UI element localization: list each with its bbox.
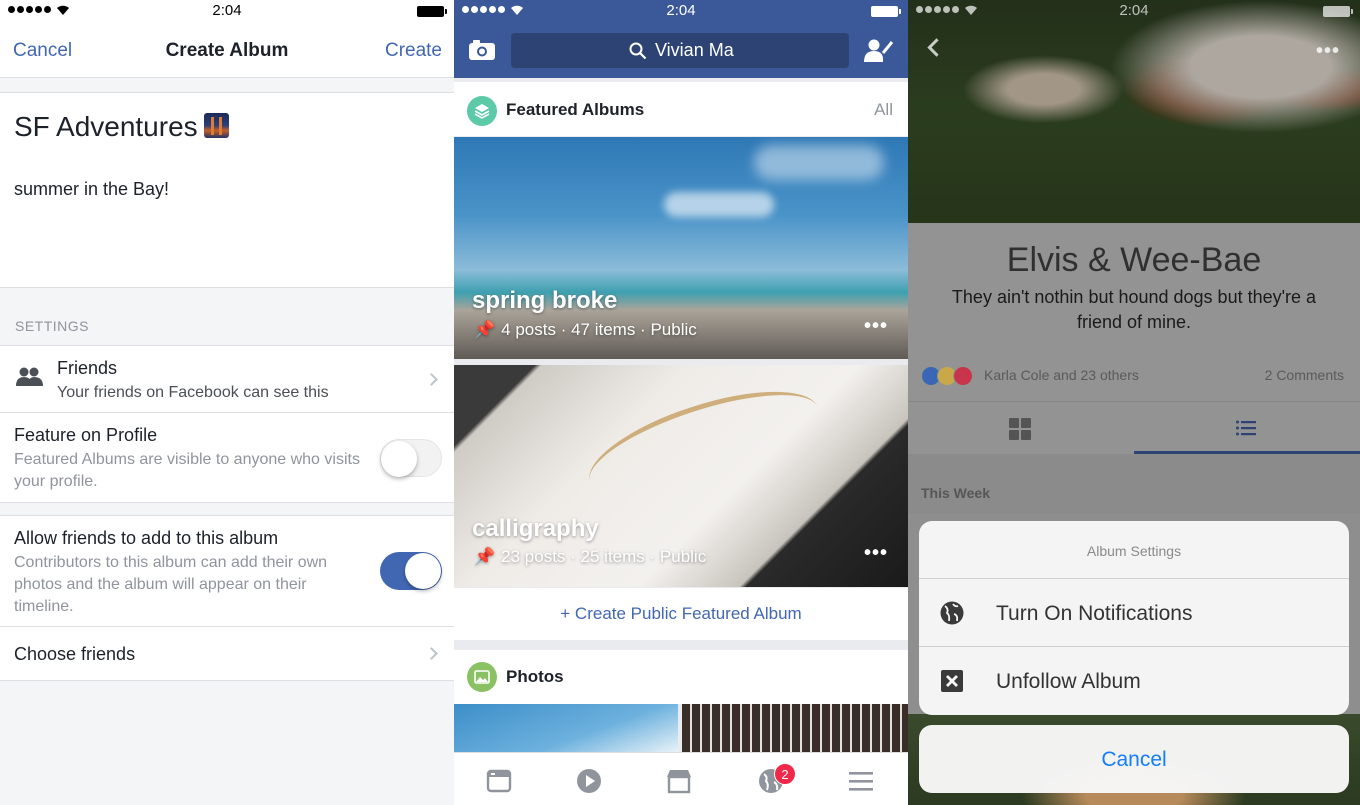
sheet-title: Album Settings (919, 521, 1349, 579)
battery-icon (871, 6, 901, 17)
status-bar: 2:04 (908, 0, 1360, 24)
status-bar: 2:04 (454, 0, 908, 24)
album-title: calligraphy (472, 515, 599, 542)
cloud-decoration (664, 192, 774, 217)
camera-icon[interactable] (469, 40, 495, 60)
option-label: Turn On Notifications (996, 602, 1193, 625)
album-card[interactable]: spring broke 📌 4 posts · 47 items · Publi… (454, 137, 908, 359)
allow-friends-title: Allow friends to add to this album (14, 528, 279, 548)
status-bar: 2:04 (0, 0, 454, 24)
feature-on-profile-subtitle: Featured Albums are visible to anyone wh… (14, 451, 360, 490)
search-value: Vivian Ma (655, 40, 734, 60)
this-week-section: This Week (908, 454, 1360, 514)
friends-icon (16, 367, 43, 386)
news-feed-icon[interactable] (486, 768, 512, 794)
section-label: This Week (921, 485, 990, 501)
chevron-right-icon (425, 373, 438, 386)
calligraphy-decoration (577, 369, 831, 521)
create-album-screen: 2:04 Cancel Create Album Create SF Adven… (0, 0, 454, 805)
photos-header: Photos (454, 650, 908, 704)
photos-title: Photos (506, 667, 564, 686)
battery-icon (1323, 6, 1353, 17)
album-title: spring broke (472, 287, 618, 314)
allow-friends-subtitle: Contributors to this album can add their… (14, 554, 328, 615)
album-card[interactable]: calligraphy 📌 23 posts · 25 items · Publi… (454, 365, 908, 587)
reactions[interactable] (921, 366, 973, 386)
search-input[interactable]: Vivian Ma (511, 33, 849, 68)
more-options-icon[interactable]: ••• (1316, 40, 1340, 63)
cloud-decoration (754, 145, 884, 180)
see-all-link[interactable]: All (874, 100, 893, 120)
profile-screen: 2:04 Vivian Ma Featured Albums All sprin… (454, 0, 908, 805)
unfollow-album-option[interactable]: Unfollow Album (919, 647, 1349, 715)
album-info: Elvis & Wee-Bae They ain't nothin but ho… (908, 223, 1360, 401)
nav-bar: Cancel Create Album Create (0, 24, 454, 78)
album-cover-photo (908, 0, 1360, 223)
option-label: Unfollow Album (996, 670, 1141, 693)
pin-icon: 📌 (474, 547, 496, 566)
turn-on-notifications-option[interactable]: Turn On Notifications (919, 579, 1349, 647)
pin-icon: 📌 (474, 320, 496, 339)
album-settings-sheet: Album Settings Turn On Notifications Unf… (919, 521, 1349, 715)
featured-albums-title: Featured Albums (506, 100, 645, 119)
bridge-emoji-icon (203, 113, 229, 138)
search-icon (629, 42, 647, 60)
featured-albums-header: Featured Albums All (454, 82, 908, 136)
album-meta: 23 posts · 25 items · Public (501, 547, 707, 566)
photos-icon (467, 662, 497, 692)
comments-count[interactable]: 2 Comments (1265, 367, 1344, 383)
album-description-value: summer in the Bay! (14, 179, 170, 199)
feature-on-profile-title: Feature on Profile (14, 425, 158, 445)
album-name-field[interactable]: SF Adventures (0, 92, 454, 160)
allow-friends-toggle[interactable] (380, 552, 442, 590)
chevron-right-icon (425, 647, 438, 660)
list-view-icon[interactable] (1236, 420, 1256, 436)
album-description: They ain't nothin but hound dogs but the… (951, 287, 1317, 332)
allow-friends-row: Allow friends to add to this album Contr… (0, 515, 454, 627)
choose-friends-label: Choose friends (14, 644, 136, 664)
status-time: 2:04 (1119, 2, 1149, 19)
feature-on-profile-toggle[interactable] (380, 439, 442, 477)
shared-album-screen: 2:04 ••• Elvis & Wee-Bae They ain't noth… (908, 0, 1360, 805)
album-description-field[interactable]: summer in the Bay! (0, 159, 454, 288)
bottom-tab-bar: 2 (454, 752, 908, 805)
album-name-value: SF Adventures (14, 111, 198, 142)
status-time: 2:04 (212, 2, 242, 19)
privacy-subtitle: Your friends on Facebook can see this (57, 384, 329, 401)
status-time: 2:04 (666, 2, 696, 19)
featured-albums-icon (467, 96, 497, 126)
notification-badge: 2 (774, 763, 796, 785)
friend-edit-icon[interactable] (864, 38, 894, 62)
privacy-title: Friends (57, 358, 118, 378)
create-featured-album-button[interactable]: + Create Public Featured Album (454, 588, 908, 640)
create-button[interactable]: Create (385, 40, 442, 62)
top-bar: 2:04 Vivian Ma (454, 0, 908, 78)
reaction-summary[interactable]: Karla Cole and 23 others (984, 367, 1139, 383)
settings-header: SETTINGS (15, 318, 90, 334)
album-title: Elvis & Wee-Bae (1006, 241, 1262, 279)
menu-icon[interactable] (848, 768, 874, 794)
photo-thumbnail[interactable] (682, 704, 908, 752)
battery-icon (417, 6, 447, 17)
cancel-button[interactable]: Cancel (13, 40, 72, 62)
view-tabs (908, 401, 1360, 454)
photo-thumbnail[interactable] (454, 704, 678, 752)
feature-on-profile-row: Feature on Profile Featured Albums are v… (0, 413, 454, 503)
album-more-icon[interactable]: ••• (864, 315, 888, 338)
album-meta: 4 posts · 47 items · Public (501, 320, 697, 339)
notifications-tab[interactable]: 2 (758, 763, 796, 794)
sheet-cancel-button[interactable]: Cancel (919, 725, 1349, 793)
privacy-row[interactable]: Friends Your friends on Facebook can see… (0, 345, 454, 413)
close-box-icon (941, 670, 963, 692)
choose-friends-row[interactable]: Choose friends (0, 627, 454, 681)
grid-view-icon[interactable] (1009, 418, 1031, 440)
globe-icon (940, 601, 964, 625)
album-more-icon[interactable]: ••• (864, 542, 888, 565)
marketplace-icon[interactable] (666, 768, 692, 794)
love-reaction-icon (953, 366, 973, 386)
video-icon[interactable] (576, 768, 602, 794)
